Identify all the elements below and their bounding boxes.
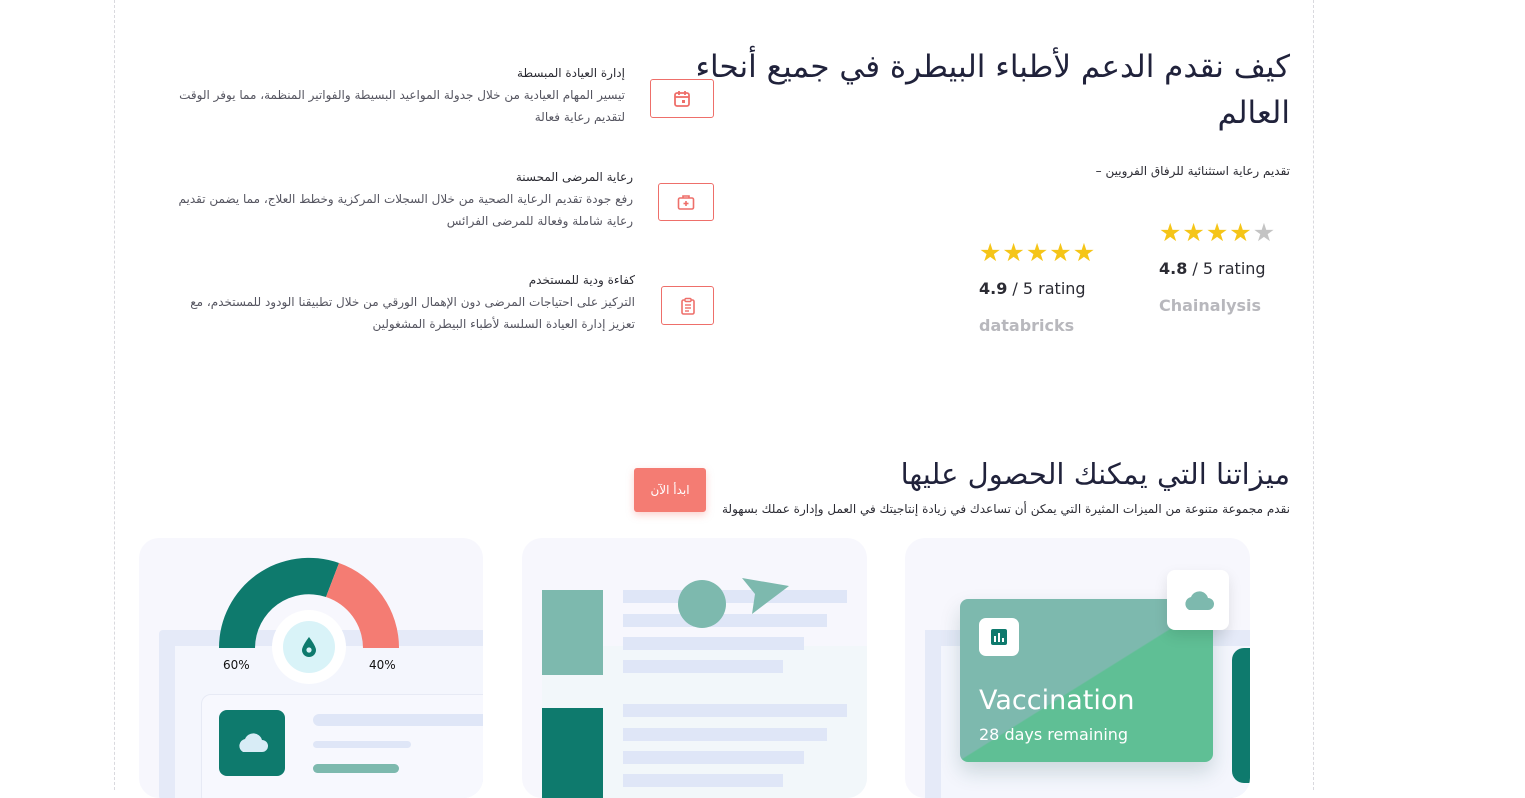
calendar-icon	[674, 90, 690, 107]
feature-description-line: تعزيز إدارة العيادة السلسة لأطباء البيطر…	[372, 317, 635, 331]
text-placeholder	[623, 774, 783, 787]
star-filled-icon: ★	[1002, 238, 1026, 267]
feature-description-line: التركيز على احتياجات المرضى دون الإهمال …	[190, 295, 635, 309]
cloud-icon	[1185, 591, 1214, 610]
cloud-tile	[219, 710, 285, 776]
send-icon	[742, 578, 789, 614]
text-placeholder	[623, 590, 847, 603]
drop-icon	[302, 637, 316, 657]
feature-card-vaccination: Vaccination 28 days remaining	[905, 538, 1250, 798]
image-placeholder	[542, 590, 603, 675]
text-placeholder	[623, 704, 847, 717]
hero-title: كيف نقدم الدعم لأطباء البيطرة في جميع أن…	[670, 44, 1290, 136]
text-placeholder	[623, 751, 804, 764]
star-filled-icon: ★	[1205, 218, 1230, 247]
first-aid-kit-icon-box[interactable]	[658, 183, 714, 221]
calendar-icon-box[interactable]	[650, 79, 714, 118]
gauge-center	[272, 610, 346, 684]
chart-tile	[979, 618, 1019, 656]
star-filled-icon: ★	[1072, 238, 1097, 267]
side-bar-decoration	[1232, 648, 1250, 783]
rating-stars: ★★★★★	[979, 240, 1096, 265]
feature-item: إدارة العيادة المبسطة تيسير المهام العيا…	[145, 66, 625, 128]
right-guide-line	[1313, 0, 1314, 790]
text-placeholder	[623, 660, 783, 673]
feature-title: كفاءة ودية للمستخدم	[528, 273, 635, 287]
clipboard-icon-box[interactable]	[661, 286, 714, 325]
text-placeholder	[623, 637, 804, 650]
star-filled-icon: ★	[1229, 218, 1253, 247]
hero-title-line-1: كيف نقدم الدعم لأطباء البيطرة في جميع أن…	[695, 49, 1290, 85]
rating-stars: ★★★★★	[1159, 220, 1276, 245]
start-now-button[interactable]: ابدأ الآن	[634, 468, 706, 512]
vaccination-title: Vaccination	[979, 685, 1135, 716]
progress-track	[313, 764, 399, 773]
feature-description-line: رعاية شاملة وفعالة للمرضى الفرائس	[446, 214, 633, 228]
rating-databricks: ★★★★★ 4.9 / 5 rating databricks	[979, 240, 1096, 335]
rating-score: 4.8 / 5 rating	[1159, 259, 1266, 278]
feature-description-line: لتقديم رعاية فعالة	[534, 110, 625, 124]
hero-title-line-2: العالم	[1217, 95, 1290, 131]
star-filled-icon: ★	[1025, 238, 1050, 267]
text-placeholder	[623, 614, 827, 627]
star-filled-icon: ★	[1049, 238, 1073, 267]
vaccination-subtitle: 28 days remaining	[979, 725, 1129, 744]
star-filled-icon: ★	[1182, 218, 1206, 247]
feature-item: رعاية المرضى المحسنة رفع جودة تقديم الرع…	[153, 170, 633, 232]
first-aid-kit-icon	[677, 195, 695, 210]
cloud-tile	[1167, 570, 1229, 630]
rating-chainalysis: ★★★★★ 4.8 / 5 rating Chainalysis	[1159, 220, 1276, 315]
feature-title: إدارة العيادة المبسطة	[517, 66, 625, 80]
left-guide-line	[114, 0, 115, 790]
star-filled-icon: ★	[979, 238, 1003, 267]
progress-placeholder	[313, 741, 411, 748]
gauge-left-label: 60%	[223, 658, 250, 672]
features-section-title: ميزاتنا التي يمكنك الحصول عليها	[900, 457, 1290, 491]
feature-card-records	[522, 538, 867, 798]
feature-description-line: رفع جودة تقديم الرعاية الصحية من خلال ال…	[178, 192, 633, 206]
image-placeholder	[542, 708, 603, 798]
star-filled-icon: ★	[1159, 218, 1183, 247]
feature-card-gauge: 60% 40%	[139, 538, 483, 798]
bar-chart-icon	[991, 629, 1007, 645]
hero-subtitle: تقديم رعاية استثنائية للرفاق الفرويين –	[1095, 164, 1290, 178]
star-empty-icon: ★	[1252, 218, 1277, 247]
gauge-right-label: 40%	[369, 658, 396, 672]
progress-placeholder	[313, 714, 483, 726]
feature-description-line: تيسير المهام العيادية من خلال جدولة المو…	[179, 88, 625, 102]
feature-item: كفاءة ودية للمستخدم التركيز على احتياجات…	[155, 273, 635, 335]
brand-logo-chainalysis: Chainalysis	[1159, 296, 1262, 315]
clipboard-icon	[680, 297, 695, 315]
feature-title: رعاية المرضى المحسنة	[515, 170, 633, 184]
brand-logo-databricks: databricks	[979, 316, 1075, 335]
circle-decoration	[678, 580, 726, 628]
rating-score: 4.9 / 5 rating	[979, 279, 1086, 298]
text-placeholder	[623, 728, 827, 741]
cloud-icon	[239, 733, 268, 752]
